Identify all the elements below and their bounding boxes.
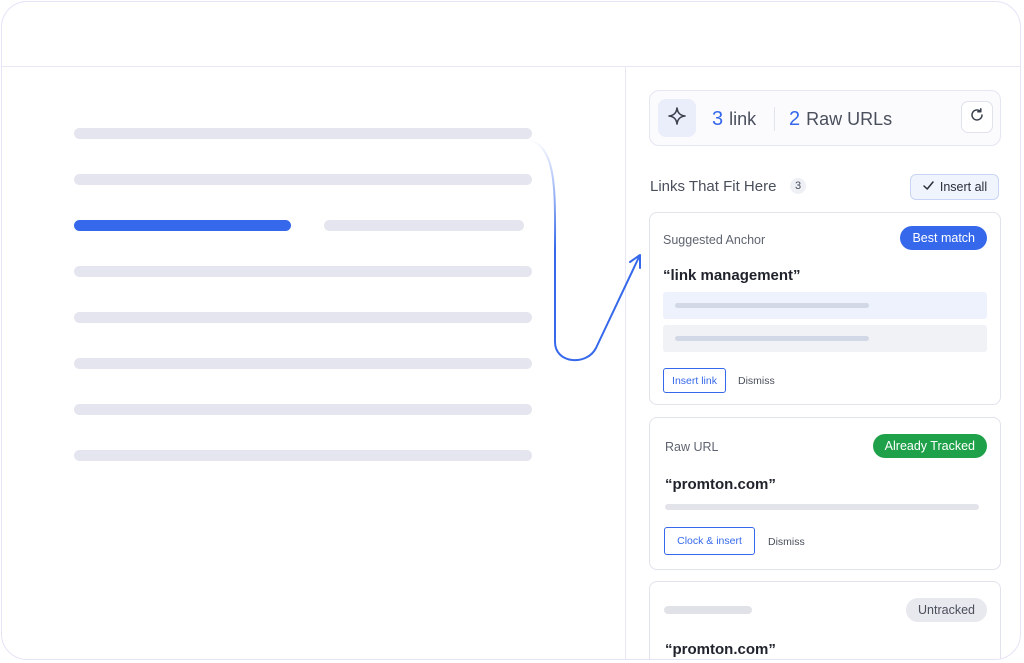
anchor-text: “promton.com” [665,476,776,493]
status-badge: Untracked [906,598,987,622]
suggestion-card: Raw URL Already Tracked “promton.com” Cl… [649,417,1001,570]
link-stats-bar: 3 link 2 Raw URLs [649,90,1001,146]
raw-url-count: 2 [789,108,801,130]
refresh-button[interactable] [961,101,993,133]
refresh-icon [969,107,985,128]
card-label-placeholder [664,606,752,614]
suggestion-card: Untracked “promton.com” [649,581,1001,659]
suggestion-card: Suggested Anchor Best match “link manage… [649,212,1001,405]
raw-url-stat: 2 Raw URLs [789,108,892,131]
section-title: Links That Fit Here [650,178,777,195]
clock-and-insert-button[interactable]: Clock & insert [664,527,755,555]
insert-link-button[interactable]: Insert link [663,368,726,393]
app-window: 3 link 2 Raw URLs Links That Fit Here 3 In… [1,1,1021,660]
anchor-text: “link management” [663,267,801,284]
check-icon [922,179,935,195]
dismiss-button[interactable]: Dismiss [768,536,805,548]
insert-all-label: Insert all [939,180,988,194]
links-count-badge: 3 [790,178,806,194]
insert-all-button[interactable]: Insert all [910,174,999,200]
anchor-text: “promton.com” [665,641,776,658]
snippet-bar [675,336,869,341]
sparkle-button[interactable] [658,99,696,137]
status-badge: Already Tracked [872,434,987,458]
context-snippet[interactable] [663,325,987,352]
snippet-bar [675,303,869,308]
link-count-label: link [729,109,757,129]
status-badge: Best match [900,226,987,250]
raw-url-label: Raw URLs [806,109,893,129]
link-count: 3 [712,108,724,130]
context-bar [665,504,979,510]
link-count-stat: 3 link [712,108,756,131]
dismiss-button[interactable]: Dismiss [738,375,775,387]
card-label: Suggested Anchor [663,233,766,247]
card-label: Raw URL [665,440,719,454]
stat-divider [774,107,775,131]
context-snippet[interactable] [663,292,987,319]
sparkle-icon [667,106,687,131]
